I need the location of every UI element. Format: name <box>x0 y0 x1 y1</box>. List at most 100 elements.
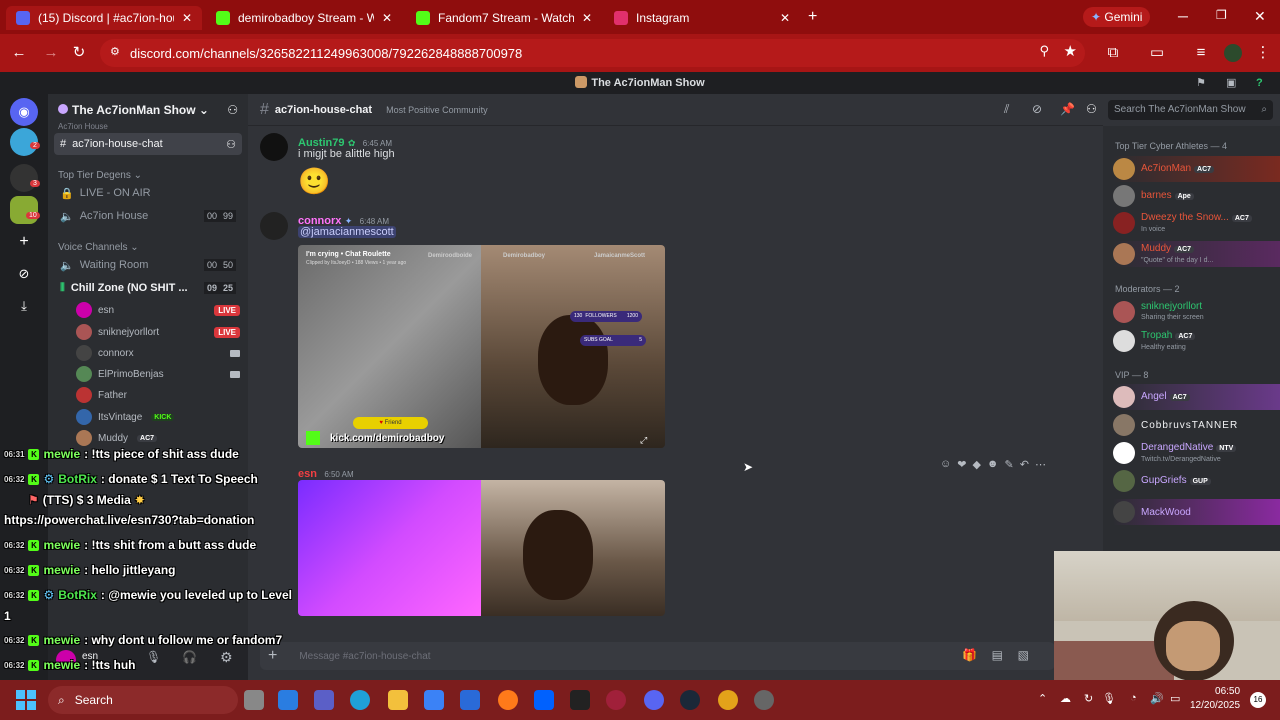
mute-icon[interactable]: ⊘ <box>1032 102 1042 116</box>
discord-home-icon[interactable]: ◉ <box>10 98 38 126</box>
channel-ac7ion-house-chat[interactable]: # ac7ion-house-chat ⚇ <box>54 133 242 155</box>
app-icon[interactable] <box>606 690 626 710</box>
profile-avatar[interactable] <box>1224 44 1242 62</box>
task-view-icon[interactable] <box>244 690 264 710</box>
headphones-icon[interactable]: 🎧 <box>182 650 197 664</box>
settings-gear-icon[interactable]: ⚙ <box>220 649 233 666</box>
tray-icon[interactable]: ☁ <box>1060 692 1071 705</box>
member-item[interactable]: Tropah AC7 Healthy eating <box>1113 328 1280 354</box>
channel-chill-zone[interactable]: ⦀ Chill Zone (NO SHIT ... 09 25 <box>54 277 242 299</box>
attach-plus-icon[interactable]: + <box>268 647 277 665</box>
fullscreen-icon[interactable]: ⤢ <box>640 435 647 446</box>
microphone-icon[interactable]: 🎙 <box>146 650 161 664</box>
add-server-icon[interactable]: + <box>10 228 38 256</box>
category-top-tier[interactable]: Top Tier Degens ⌄ <box>58 170 142 181</box>
steam-icon[interactable] <box>680 690 700 710</box>
search-input[interactable]: Search The Ac7ionMan Show ⌕ <box>1108 100 1273 120</box>
member-item[interactable]: DerangedNative NTV Twitch.tv/DerangedNativ… <box>1113 440 1280 466</box>
tab-discord[interactable]: (15) Discord | #ac7ion-house ✕ <box>6 6 202 30</box>
member-item[interactable]: barnes Ape <box>1113 183 1280 209</box>
gift-icon[interactable]: 🎁 <box>962 648 977 662</box>
voice-user[interactable]: ElPrimoBenjas <box>76 364 240 384</box>
app-icon[interactable] <box>754 690 774 710</box>
invite-icon[interactable]: ⚇ <box>227 103 238 117</box>
category-voice[interactable]: Voice Channels ⌄ <box>58 242 139 253</box>
notification-badge[interactable]: 16 <box>1250 692 1266 708</box>
member-item[interactable]: Dweezy the Snow... AC7 In voice <box>1113 210 1280 236</box>
mail-icon[interactable] <box>460 690 480 710</box>
tray-chevron-up-icon[interactable]: ⌃ <box>1038 692 1047 705</box>
notion-icon[interactable] <box>570 690 590 710</box>
member-item[interactable]: sniknejyorllort Sharing their screen <box>1113 299 1280 325</box>
close-tab-icon[interactable]: ✕ <box>582 11 592 25</box>
reload-icon[interactable]: ↻ <box>68 42 90 64</box>
edit-icon[interactable]: ✎ <box>1005 458 1014 471</box>
gemini-button[interactable]: ✦ Gemini <box>1083 7 1151 27</box>
tab-instagram[interactable]: Instagram ✕ <box>604 6 800 30</box>
teams-icon[interactable] <box>314 690 334 710</box>
taskbar-search[interactable]: ⌕ Search <box>48 686 238 714</box>
back-icon[interactable]: ← <box>8 42 30 64</box>
channel-live-on-air[interactable]: 🔒 LIVE - ON AIR <box>54 182 242 204</box>
windows-start-icon[interactable] <box>16 690 36 710</box>
add-reaction-icon[interactable]: ☻ <box>987 458 999 470</box>
close-tab-icon[interactable]: ✕ <box>382 11 392 25</box>
channel-ac7ion-house[interactable]: 🔈 Ac7ion House 00 99 <box>54 205 242 227</box>
clock[interactable]: 06:50 12/20/2025 <box>1190 685 1240 713</box>
download-icon[interactable]: ⤓ <box>10 292 38 320</box>
video-embed[interactable]: I'm crying • Chat Roulette Clipped by It… <box>298 245 665 448</box>
gif-icon[interactable]: ▤ <box>992 648 1003 662</box>
minimize-icon[interactable]: ─ <box>1178 8 1188 24</box>
widgets-icon[interactable] <box>278 690 298 710</box>
member-item[interactable]: CobbruvsTANNER <box>1113 412 1280 438</box>
member-item[interactable]: MackWood <box>1113 499 1280 525</box>
channel-waiting-room[interactable]: 🔈 Waiting Room 00 50 <box>54 254 242 276</box>
edge-icon[interactable] <box>350 690 370 710</box>
address-bar[interactable]: ⚙ discord.com/channels/32658221124996300… <box>100 39 1085 67</box>
restore-icon[interactable]: ❐ <box>1216 8 1227 22</box>
pin-icon[interactable]: 📌 <box>1060 102 1075 116</box>
more-options-icon[interactable]: ⋯ <box>1035 458 1046 471</box>
close-tab-icon[interactable]: ✕ <box>780 11 790 25</box>
media-icon[interactable]: ≡ <box>1190 42 1212 64</box>
file-explorer-icon[interactable] <box>388 690 408 710</box>
dropbox-icon[interactable] <box>534 690 554 710</box>
microphone-icon[interactable]: 🎙 <box>1102 692 1116 705</box>
tray-icon[interactable]: ↻ <box>1084 692 1093 705</box>
wifi-icon[interactable]: ◔ <box>1130 692 1137 704</box>
help-icon[interactable]: ? <box>1256 72 1263 94</box>
close-tab-icon[interactable]: ✕ <box>182 11 192 25</box>
new-tab-button[interactable]: + <box>808 8 817 26</box>
server-icon[interactable] <box>10 164 38 192</box>
voice-user[interactable]: Father <box>76 385 240 405</box>
reaction-icon[interactable]: ◆ <box>972 458 980 471</box>
zoom-icon[interactable]: ⚲ <box>1039 43 1049 59</box>
server-icon[interactable] <box>10 196 38 224</box>
member-item[interactable]: Muddy AC7 "Quote" of the day I d... <box>1113 241 1280 267</box>
battery-icon[interactable]: ▭ <box>1170 692 1180 705</box>
bookmark-star-icon[interactable]: ★ <box>1064 42 1077 60</box>
avatar[interactable] <box>260 212 288 240</box>
menu-icon[interactable]: ⋮ <box>1252 42 1274 64</box>
reply-icon[interactable]: ↶ <box>1020 458 1029 471</box>
member-item[interactable]: GupGriefs GUP <box>1113 468 1280 494</box>
voice-user[interactable]: connorx <box>76 343 240 363</box>
voice-user[interactable]: ItsVintage KICK <box>76 407 240 427</box>
screen-icon[interactable]: ▣ <box>1226 72 1236 94</box>
chrome-icon[interactable] <box>718 690 738 710</box>
add-member-icon[interactable]: ⚇ <box>226 138 236 151</box>
voice-user[interactable]: sniknejyorllort LIVE <box>76 322 240 342</box>
threads-icon[interactable]: ⫽ <box>1004 102 1009 117</box>
inbox-icon[interactable]: ⚑ <box>1196 72 1206 94</box>
firefox-icon[interactable] <box>498 690 518 710</box>
user-mention[interactable]: @jamacianmescott <box>298 226 396 238</box>
voice-user[interactable]: esn LIVE <box>76 300 240 320</box>
store-icon[interactable] <box>424 690 444 710</box>
site-info-icon[interactable]: ⚙ <box>110 45 120 58</box>
explore-icon[interactable]: ⊘ <box>10 260 38 288</box>
member-item[interactable]: Ac7ionMan AC7 <box>1113 156 1280 182</box>
volume-icon[interactable]: 🔊 <box>1150 692 1164 705</box>
message-composer[interactable]: + Message #ac7ion-house-chat 🎁 ▤ ▧ <box>260 642 1055 670</box>
avatar[interactable] <box>260 133 288 161</box>
reaction-icon[interactable]: ❤ <box>957 458 966 471</box>
